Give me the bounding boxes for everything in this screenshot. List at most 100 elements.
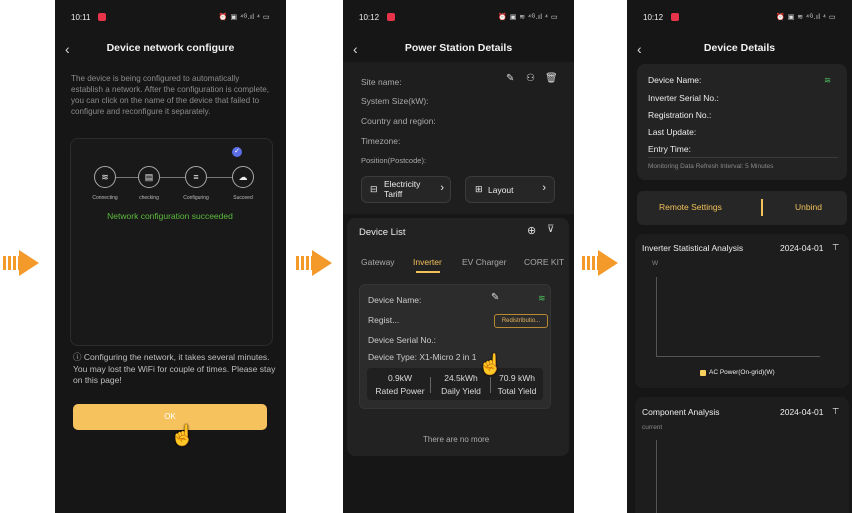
layout-label: Layout [488,185,514,195]
site-name-label: Site name: [361,77,402,87]
step-label-succeed: Succeed [233,195,253,201]
inverter-analysis-title: Inverter Statistical Analysis [642,243,744,253]
flow-arrow-1 [3,250,43,276]
registration-row: Registration No.: [648,110,712,120]
chart-x-axis [656,356,820,357]
action-bar: Remote Settings Unbind [637,191,847,225]
system-size-label: System Size(kW): [361,96,429,106]
cloud-icon: ☁ [232,166,254,188]
divider [648,157,838,158]
wifi-icon: ≋ [824,75,832,85]
status-icons: ⏰ ▣ ≋ ⁴ᴳ.ıl ⁴ ▭ [498,14,558,21]
stat-label: Rated Power [375,386,425,396]
nav-bar: ‹ Power Station Details [343,37,574,63]
status-icons: ⏰ ▣ ≋ ⁴ᴳ.ıl ⁴ ▭ [776,14,836,21]
legend-swatch [700,370,706,376]
record-icon [98,13,107,21]
tab-inverter[interactable]: Inverter [413,257,442,267]
success-message: Network configuration succeeded [107,211,233,221]
network-note-text: Configuring the network, it takes severa… [73,352,276,385]
filter-icon[interactable]: ⊤ [832,406,839,417]
wifi-icon: ≋ [538,293,546,303]
step-connector [160,177,185,178]
unbind-button[interactable]: Unbind [795,202,822,212]
stat-rated-power: 0.9kW Rated Power [371,372,429,398]
stat-label: Daily Yield [441,386,481,396]
edit-icon[interactable]: ✎ [491,292,499,303]
status-bar: 10:12 ⏰ ▣ ≋ ⁴ᴳ.ıl ⁴ ▭ [359,11,558,23]
device-name-label: Device Name: [368,295,422,305]
status-time: 10:11 [71,12,91,22]
tariff-icon: ⊟ [370,184,378,194]
device-type-label: Device Type: X1-Micro 2 in 1 [368,352,477,362]
chevron-right-icon: › [542,182,546,194]
remote-settings-button[interactable]: Remote Settings [659,202,722,212]
layout-icon: ⊞ [475,184,483,194]
refresh-note: Monitoring Data Refresh Interval: 5 Minu… [648,163,774,170]
briefcase-icon: ▤ [138,166,160,188]
action-divider [761,199,763,216]
serial-row: Inverter Serial No.: [648,93,719,103]
flow-arrow-2 [296,250,336,276]
no-more-footer: There are no more [423,435,490,444]
step-label-connecting: Connecting [92,195,118,201]
unit-label: current [642,424,663,431]
step-label-configuring: Configuring [183,195,209,201]
delete-icon[interactable]: 🗑 [545,73,558,84]
configure-description: The device is being configured to automa… [71,74,269,116]
page-title: Power Station Details [404,42,513,54]
inverter-analysis-date: 2024-04-01 [780,243,824,253]
unit-label: W [652,260,659,267]
registration-label: Regist... [368,315,400,325]
entry-time-row: Entry Time: [648,144,691,154]
wifi-icon: ≋ [94,166,116,188]
hand-cursor-icon: ☝ [170,425,195,447]
legend-label: AC Power(On-grid)(W) [709,369,775,376]
status-bar: 10:12 ⏰ ▣ ≋ ⁴ᴳ.ıl ⁴ ▭ [643,11,836,23]
tab-ev-charger[interactable]: EV Charger [462,257,506,267]
device-icon: ≡ [185,166,207,188]
edit-icon[interactable]: ✎ [506,73,514,84]
step-connector [207,177,232,178]
tab-core-kit[interactable]: CORE KIT [524,257,564,267]
filter-icon[interactable]: ⊤ [832,242,839,253]
layout-button[interactable]: ⊞ Layout › [465,176,555,203]
component-analysis-title: Component Analysis [642,407,720,417]
share-user-icon[interactable]: ⚇ [526,73,535,84]
record-icon [387,13,396,21]
tab-gateway[interactable]: Gateway [361,257,395,267]
network-note: ⓘ Configuring the network, it takes seve… [73,352,278,387]
position-label: Position(Postcode): [361,156,427,165]
timezone-label: Timezone: [361,136,401,146]
status-icons: ⏰ ▣ ⁴ᴳ.ıl ⁴ ▭ [218,14,270,21]
electricity-tariff-button[interactable]: ⊟ Electricity Tariff › [361,176,451,203]
redistribution-button[interactable]: Redistributio... [494,314,548,328]
tariff-label: Electricity Tariff [384,179,421,199]
chevron-right-icon: › [440,182,444,194]
chart-y-axis [656,277,657,356]
step-connector [116,177,138,178]
add-icon[interactable]: ⊕ [527,224,536,237]
device-stats: 0.9kW Rated Power 24.5kWh Daily Yield 70.9… [367,368,543,400]
info-icon: ⓘ [73,352,84,362]
last-update-row: Last Update: [648,127,697,137]
stat-divider [430,377,431,393]
filter-icon[interactable]: ⊽ [547,224,554,235]
status-bar: 10:11 ⏰ ▣ ⁴ᴳ.ıl ⁴ ▭ [71,11,270,23]
record-icon [671,13,680,21]
hand-cursor-icon: ☝ [478,354,503,376]
serial-label: Device Serial No.: [368,335,437,345]
component-analysis-date: 2024-04-01 [780,407,824,417]
status-time: 10:12 [359,12,380,22]
flow-arrow-3 [582,250,622,276]
check-icon: ✓ [232,147,242,157]
country-label: Country and region: [361,116,436,126]
page-title: Device network configure [106,42,235,54]
device-list-title: Device List [359,227,406,238]
inverter-analysis-card [635,234,849,388]
step-label-checking: checking [139,195,159,201]
nav-bar: ‹ Device Details [627,37,852,63]
page-title: Device Details [703,42,776,54]
status-time: 10:12 [643,12,664,22]
nav-bar: ‹ Device network configure [55,37,286,63]
